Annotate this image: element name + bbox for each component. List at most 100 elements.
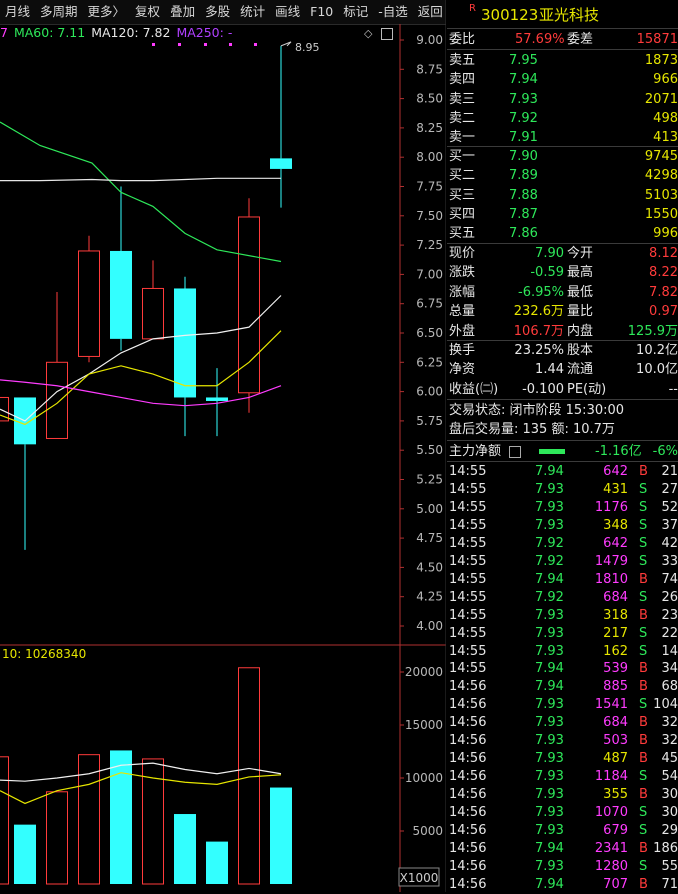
volume-bar[interactable] [46,791,68,885]
asks-row[interactable]: 卖三 7.93 2071 [447,90,678,109]
tick-time: 14:56 [449,679,487,695]
tick-count: 34 [661,661,678,677]
candle-body[interactable] [174,288,196,398]
tick-time: 14:56 [449,876,487,892]
tick-count: 27 [661,481,678,497]
tick-volume: 642 [603,535,628,551]
tick-count: 74 [661,571,678,587]
weibi-row: 委比 57.69% 委差 15871 [447,30,678,49]
stats2-value1: 1.44 [535,362,564,378]
bids-label: 买三 [449,187,476,203]
volume-bar[interactable] [0,756,9,885]
candle-body[interactable] [270,158,292,169]
bids-label: 买二 [449,168,476,184]
tick-direction: S [639,589,648,605]
tick-price: 7.93 [535,625,564,641]
tick-time: 14:56 [449,840,487,856]
tick-volume: 642 [603,464,628,479]
bids-row[interactable]: 买二 7.89 4298 [447,166,678,185]
volume-bar[interactable] [174,814,196,884]
volume-bar[interactable] [110,750,132,884]
tick-volume: 539 [603,661,628,677]
diamond-icon[interactable]: ◇ [364,27,372,40]
candle-body[interactable] [238,216,260,394]
stats-label1: 涨幅 [449,284,476,300]
tick-volume: 487 [603,751,628,767]
tick-time: 14:55 [449,535,487,551]
tick-count: 55 [661,858,678,874]
candle-body[interactable] [142,287,164,340]
tick-count: 104 [653,697,678,713]
stats2-value1: 23.25% [514,343,564,358]
bids-price: 7.90 [509,149,538,164]
bids-volume: 9745 [644,149,678,164]
bids-row[interactable]: 买四 7.87 1550 [447,205,678,224]
stats-label2: 量比 [567,304,594,320]
tick-time: 14:56 [449,769,487,785]
volume-bar[interactable] [14,824,36,884]
asks-row[interactable]: 卖四 7.94 966 [447,70,678,89]
stats-label1: 总量 [449,304,476,320]
bids-price: 7.89 [509,168,538,184]
candle-body[interactable] [78,250,100,357]
tick-count: 37 [661,517,678,533]
kline-chart[interactable]: 9.00 8.75 8.50 8.25 8.00 7.75 7.50 7.25 7.00 6.75… [0,0,446,892]
tick-price: 7.93 [535,823,564,838]
tick-count: 42 [661,535,678,551]
tick-row: 14:55 7.94 539 B 34 [447,660,678,678]
stats-row: 外盘 106.7万 内盘 125.9万 [447,322,678,341]
tick-time: 14:55 [449,607,487,623]
asks-volume: 1873 [644,53,678,68]
bids-row[interactable]: 买三 7.88 5103 [447,186,678,205]
tick-count: 33 [661,553,678,569]
bids-row[interactable]: 买五 7.86 996 [447,224,678,243]
ma120-line [0,177,281,182]
tick-price: 7.94 [535,679,564,695]
tick-row: 14:56 7.93 1541 S 104 [447,696,678,714]
stats2-row: 净资 1.44 流通 10.0亿 [447,360,678,379]
asks-price: 7.95 [509,53,538,68]
stats-value2: 0.97 [649,304,678,320]
tick-count: 32 [661,715,678,731]
stats-value2: 125.9万 [627,323,678,339]
tick-time: 14:56 [449,787,487,803]
candle-body[interactable] [46,361,68,439]
asks-label: 卖二 [449,110,476,126]
stats-value1: 106.7万 [513,323,564,339]
tick-row: 14:56 7.93 684 B 32 [447,714,678,732]
tick-direction: B [639,679,648,695]
list-icon[interactable] [509,446,521,458]
tick-time: 14:55 [449,643,487,659]
candle-body[interactable] [110,250,132,339]
price-axis-label: 7.75 [416,180,443,194]
tick-price: 7.93 [535,769,564,785]
candle-body[interactable] [206,397,228,401]
asks-label: 卖五 [449,53,476,68]
price-axis-label: 5.25 [416,473,443,487]
window-toggle-icon[interactable] [381,28,393,40]
signal-marker [152,43,155,46]
bids-row[interactable]: 买一 7.90 9745 [447,147,678,166]
price-axis-label: 4.00 [416,619,443,633]
stats2-value2: 10.2亿 [636,343,678,358]
tick-row: 14:56 7.93 487 B 45 [447,750,678,768]
ma-legend-item: 7 [0,25,8,40]
stock-name: 亚光科技 [539,6,600,24]
asks-row[interactable]: 卖二 7.92 498 [447,109,678,128]
tick-direction: S [639,823,648,838]
tick-row: 14:56 7.93 1070 S 30 [447,804,678,822]
tick-row: 14:56 7.94 707 B 71 [447,876,678,894]
weibi-label: 委比 [449,32,476,47]
tick-time: 14:56 [449,751,487,767]
tick-volume: 1070 [594,805,628,821]
asks-row[interactable]: 卖一 7.91 413 [447,128,678,147]
asks-row[interactable]: 卖五 7.95 1873 [447,51,678,70]
tick-row: 14:55 7.92 684 S 26 [447,589,678,607]
tick-volume: 684 [603,715,628,731]
volume-bar[interactable] [206,841,228,884]
tick-count: 30 [661,805,678,821]
stats2-value2: -- [668,381,678,397]
volume-bar[interactable] [270,787,292,884]
stats-label2: 今开 [567,246,594,261]
price-axis-label: 4.25 [416,590,443,604]
